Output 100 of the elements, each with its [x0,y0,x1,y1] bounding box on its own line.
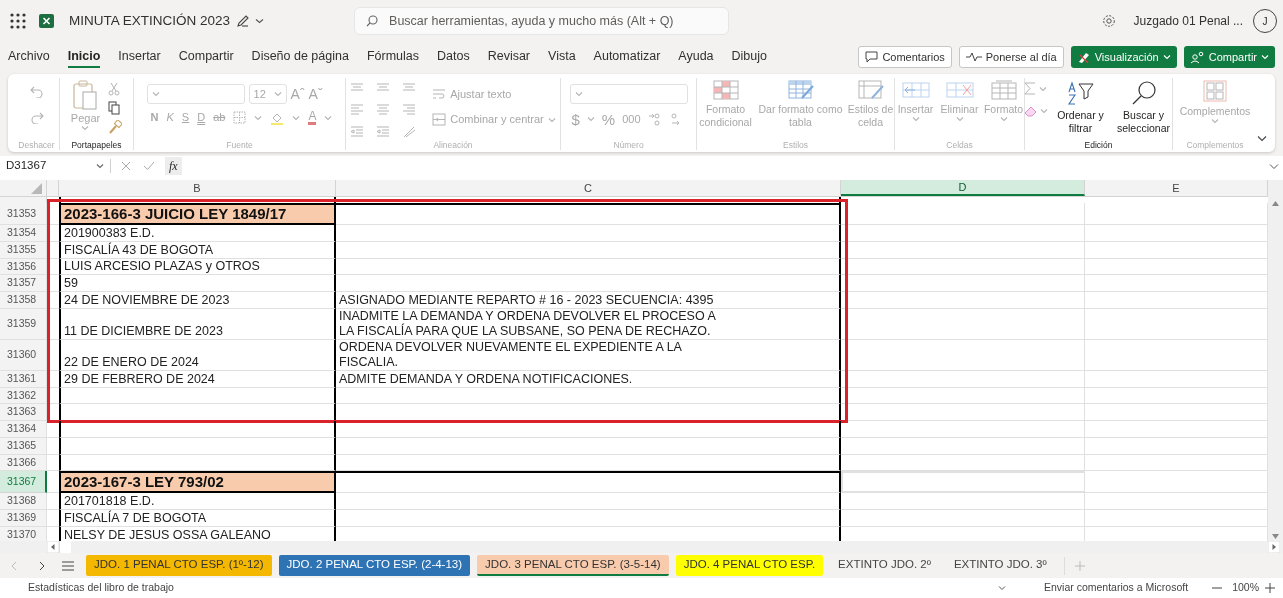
row-header[interactable] [0,197,47,203]
row-header[interactable]: 31360 [0,339,47,371]
action-button[interactable]: Comentarios [858,46,952,68]
align-icon[interactable] [402,124,417,138]
action-button[interactable]: Compartir [1183,46,1275,68]
pen-icon[interactable] [236,14,251,28]
menu-tab[interactable]: Archivo [8,46,50,68]
column-header[interactable]: D [841,180,1085,196]
sheet-tab[interactable]: JDO. 4 PENAL CTO ESP. [675,555,824,576]
check-icon[interactable] [143,161,155,171]
menu-tab[interactable]: Dibujo [731,46,767,68]
sheet-tab[interactable]: JDO. 2 PENAL CTO ESP. (2-4-13) [278,555,471,576]
menu-tab[interactable]: Fórmulas [366,46,419,68]
row-header[interactable]: 31364 [0,421,47,438]
menu-tab[interactable]: Vista [548,46,576,68]
row-header[interactable]: 31367 [0,471,47,494]
format-painter-icon[interactable] [108,120,123,134]
format-cells-icon [989,80,1018,100]
scroll-down-icon [1272,534,1279,539]
sum-icon[interactable] [1023,82,1036,95]
copy-icon[interactable] [108,101,121,115]
scroll-thumb[interactable] [59,541,71,553]
row-header[interactable]: 31354 [0,225,47,242]
row-header[interactable]: 31358 [0,292,47,309]
menu-tab[interactable]: Diseño de página [251,46,349,68]
app-launcher-icon[interactable] [10,13,26,29]
group-label: Complementos [1185,140,1245,150]
table-format-icon [787,80,814,100]
table-cell: INADMITE LA DEMANDA Y ORDENA DEVOLVER EL PROCESO A LA FISCALÍA PARA QUE LA SUBSANE, SO PENA DE RECHAZO. [336,308,841,340]
row-header[interactable]: 31368 [0,493,47,510]
font-field[interactable] [146,84,245,104]
menu-icon[interactable] [62,560,74,571]
ribbon-button[interactable]: Ordenar y filtrar [1055,109,1106,135]
row-header[interactable]: 31369 [0,510,47,527]
align-icon[interactable] [402,103,417,117]
settings-icon[interactable] [1101,14,1116,28]
menu-tab[interactable]: Insertar [118,46,161,68]
vertical-scrollbar[interactable] [1268,180,1283,541]
sheet-tab[interactable]: JDO. 1 PENAL CTO ESP. (1º-12) [86,555,272,576]
clipboard-icon[interactable] [72,80,99,110]
row-header[interactable]: 31353 [0,203,47,225]
group-label: Alineación [432,140,474,150]
scissors-icon[interactable] [108,82,121,96]
zoom-in-icon[interactable] [1265,583,1275,593]
menu-tab[interactable]: Automatizar [593,46,661,68]
zoom-level[interactable]: 100% [1232,580,1259,596]
number-format-field[interactable] [569,84,688,104]
action-button[interactable]: Ponerse al día [958,46,1064,68]
menu-tab[interactable]: Ayuda [678,46,714,68]
sheet-tab[interactable]: JDO. 3 PENAL CTO ESP. (3-5-14) [477,555,669,576]
cancel-icon[interactable] [121,161,131,171]
scroll-up-icon [1272,201,1279,206]
search-field[interactable]: Buscar herramientas, ayuda y mucho más (Alt + Q) [354,7,730,35]
status-text[interactable]: Estadísticas del libro de trabajo [28,580,174,596]
borders-icon[interactable] [233,111,247,124]
spreadsheet-app-icon[interactable] [39,14,54,28]
cell-cursor[interactable] [841,471,1085,494]
previous-sheet-icon[interactable] [10,560,18,571]
column-header[interactable]: B [59,180,336,196]
menu-tab[interactable]: Compartir [178,46,234,68]
comment-icon [865,51,879,63]
align-icon[interactable] [376,103,391,117]
eraser-icon[interactable] [1023,105,1037,117]
caret-icon[interactable] [96,163,104,169]
feedback-link[interactable]: Enviar comentarios a Microsoft [1044,580,1189,596]
name-box[interactable]: D31367 [0,156,110,176]
function-label[interactable]: fx [165,157,182,175]
delete-cells-icon [945,80,974,100]
group-label: Portapapeles [70,140,123,150]
insert-cells-icon [901,80,930,100]
action-button[interactable]: Visualización [1070,46,1177,68]
menu-tab[interactable]: Inicio [67,46,101,68]
sheet-tab[interactable]: EXTINTO JDO. 3º [945,555,1055,576]
user-name[interactable]: Juzgado 01 Penal ... [1133,12,1243,30]
undo-icon[interactable] [29,86,44,98]
select-all-icon[interactable] [31,183,42,194]
align-icon[interactable] [350,124,365,138]
table-cell: FISCALÍA 7 DE BOGOTA [59,510,336,527]
next-sheet-icon[interactable] [38,560,46,571]
row-header[interactable]: 31359 [0,308,47,340]
row-header[interactable]: 31363 [0,404,47,421]
group-label: Estilos [781,140,809,150]
table-cell: LUIS ARCESIO PLAZAS y OTROS [59,258,336,276]
increase-decimal-icon[interactable] [647,112,662,126]
row-header[interactable]: 31357 [0,275,47,292]
cell-reference: D31367 [6,158,47,174]
add-ins-icon [1203,80,1227,102]
menu-tab[interactable]: Datos [437,46,470,68]
expand-icon[interactable] [1269,162,1279,170]
align-icon[interactable] [350,103,365,117]
caret-icon[interactable] [255,18,265,24]
add-sheet-icon[interactable] [1074,560,1085,571]
search-icon [366,15,379,27]
document-title[interactable]: MINUTA EXTINCIÓN 2023 [69,10,231,32]
ribbon-button[interactable]: Buscar y seleccionar [1113,109,1174,135]
sheet-tab[interactable]: EXTINTO JDO. 2º [830,555,939,576]
redo-icon[interactable] [29,112,44,124]
collapse-ribbon-icon[interactable] [1257,135,1267,142]
align-icon[interactable] [376,124,391,138]
menu-tab[interactable]: Revisar [487,46,531,68]
